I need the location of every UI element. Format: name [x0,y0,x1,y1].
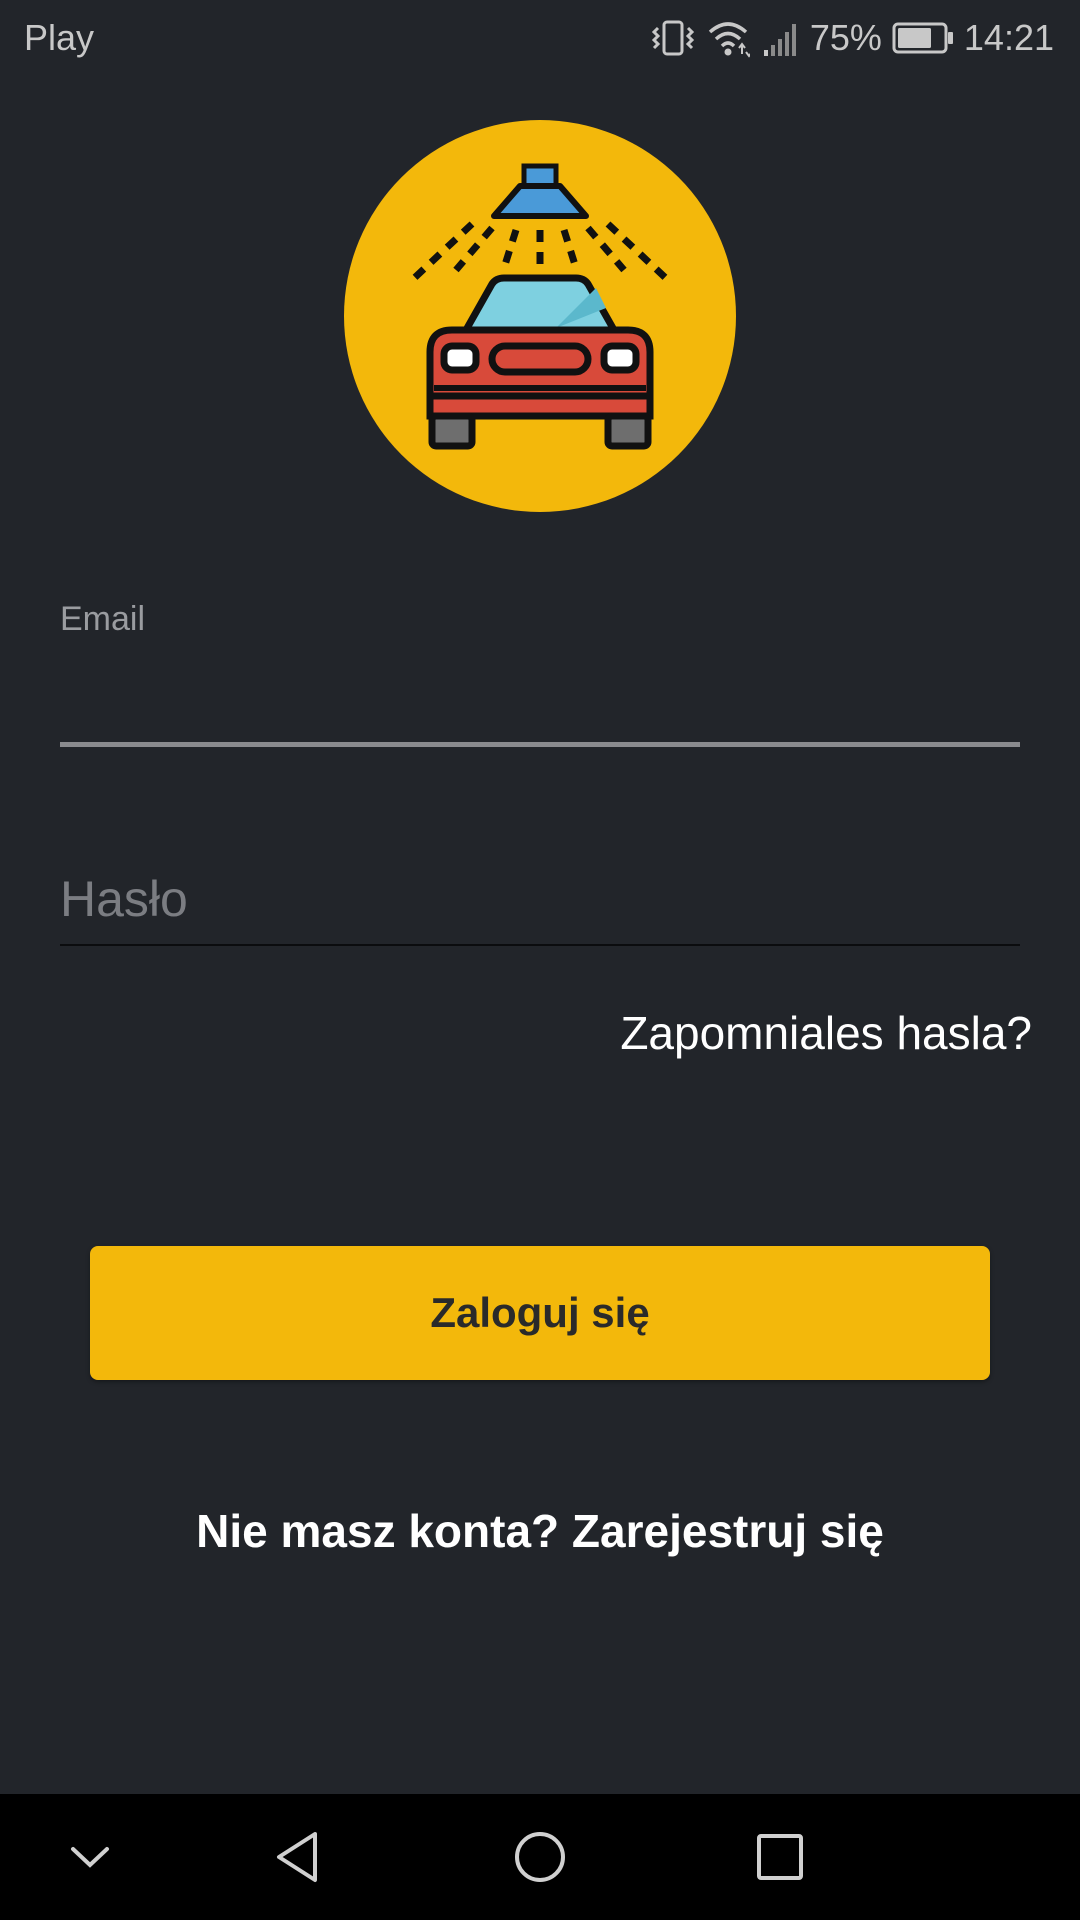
vibrate-icon [650,18,696,58]
password-input[interactable] [60,862,1020,936]
signal-icon [760,18,800,58]
status-bar: Play 75% 14:21 [0,0,1080,76]
register-link[interactable]: Nie masz konta? Zarejestruj się [0,1504,1080,1558]
clock: 14:21 [963,17,1054,58]
password-underline [60,944,1020,946]
email-input[interactable] [60,650,1020,742]
carrier-name: Play [24,17,95,58]
navigation-bar [0,1794,1080,1920]
email-label: Email [60,600,146,638]
forgot-password-link[interactable]: Zapomniales hasla? [620,1006,1032,1060]
status-icons: 75% 14:21 [650,14,1054,62]
car-wash-icon [344,120,736,512]
back-icon[interactable] [262,1822,332,1892]
battery-percent: 75% [809,17,882,58]
email-underline [60,742,1020,747]
battery-icon [892,21,954,55]
recents-icon[interactable] [745,1822,815,1892]
home-icon[interactable] [505,1822,575,1892]
wifi-icon [706,18,750,58]
chevron-down-icon[interactable] [55,1822,125,1892]
login-button[interactable]: Zaloguj się [90,1246,990,1380]
app-logo [344,120,736,512]
